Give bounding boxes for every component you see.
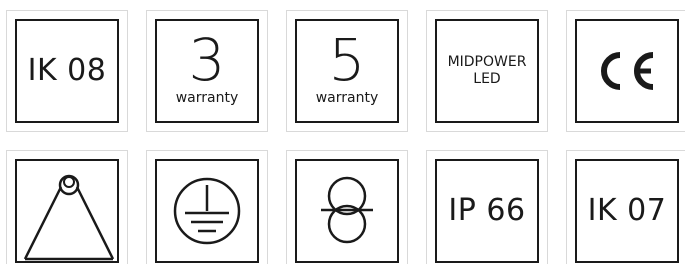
warranty-3-label: warranty: [175, 90, 239, 106]
warranty-5-tile: 5 warranty: [286, 10, 408, 132]
warranty-5-frame: 5 warranty: [295, 19, 399, 123]
warranty-5-number: 5: [328, 26, 366, 94]
ik07-label: IK 07: [587, 193, 667, 228]
midpower-led-tile: MIDPOWER LED: [426, 10, 548, 132]
safety-transformer-tile: [286, 150, 408, 264]
ip66-tile: IP 66: [426, 150, 548, 264]
ik07-frame: IK 07: [575, 159, 679, 263]
warranty-3-frame: 3 warranty: [155, 19, 259, 123]
certification-icons-grid: IK 08 3 warranty 5 warranty MIDPOWER LED: [0, 0, 685, 264]
protective-earth-icon: [173, 177, 241, 245]
ik08-frame: IK 08: [15, 19, 119, 123]
ceiling-light-frame: [15, 159, 119, 263]
protective-earth-tile: [146, 150, 268, 264]
warranty-5-label: warranty: [315, 90, 379, 106]
ce-mark-icon: [601, 52, 654, 90]
ce-mark-tile: [566, 10, 685, 132]
safety-transformer-frame: [295, 159, 399, 263]
ip66-label: IP 66: [448, 193, 526, 228]
safety-transformer-icon: [321, 176, 373, 244]
ip66-frame: IP 66: [435, 159, 539, 263]
led-label: LED: [473, 71, 501, 87]
protective-earth-frame: [155, 159, 259, 263]
warranty-3-tile: 3 warranty: [146, 10, 268, 132]
ce-mark-frame: [575, 19, 679, 123]
ceiling-light-tile: [6, 150, 128, 264]
ik08-tile: IK 08: [6, 10, 128, 132]
ceiling-light-beam-icon: [23, 174, 115, 261]
ik07-tile: IK 07: [566, 150, 685, 264]
warranty-3-number: 3: [188, 26, 226, 94]
ik08-label: IK 08: [27, 53, 107, 88]
midpower-label: MIDPOWER: [447, 53, 527, 70]
midpower-led-frame: MIDPOWER LED: [435, 19, 539, 123]
